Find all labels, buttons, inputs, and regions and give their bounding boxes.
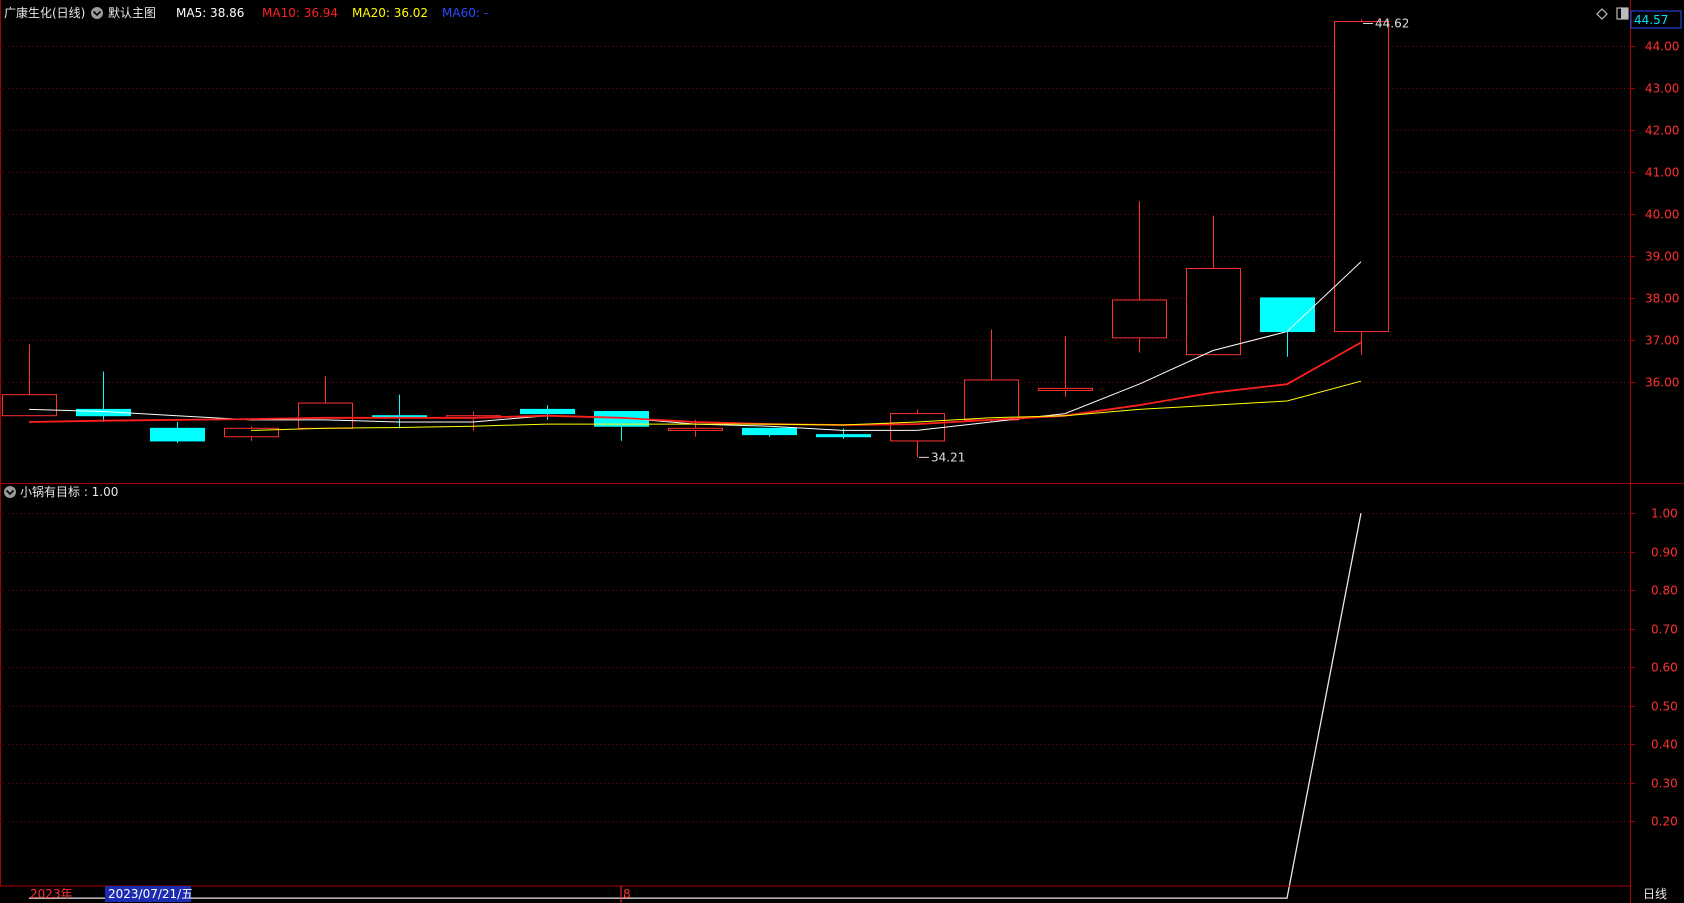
price-tick-label: 38.00 xyxy=(1645,292,1679,306)
candle-body[interactable] xyxy=(816,434,871,438)
ma60-label: MA60: - xyxy=(442,6,488,20)
indicator-tick-label: 0.90 xyxy=(1651,546,1678,560)
ma5-line xyxy=(28,261,1362,431)
candle[interactable] xyxy=(1038,335,1093,397)
candle-body[interactable] xyxy=(1186,267,1241,356)
candle[interactable] xyxy=(2,344,57,417)
main-chart-menu[interactable]: 默认主图 xyxy=(91,5,156,20)
chart-frames xyxy=(0,0,1684,903)
indicator-label[interactable]: 小锅有目标 : 1.00 xyxy=(20,484,118,499)
price-tick-label: 40.00 xyxy=(1645,208,1679,222)
candle-body[interactable] xyxy=(2,394,57,417)
candle[interactable] xyxy=(594,410,649,441)
candle-body[interactable] xyxy=(520,408,575,415)
indicator-axis: 1.00 0.90 0.80 0.70 0.60 0.50 0.40 0.30 0.20 xyxy=(1630,507,1678,829)
moving-average-lines xyxy=(28,261,1362,431)
candle[interactable] xyxy=(1186,215,1241,356)
time-axis: 2023年 2023/07/21/五 8 日线 xyxy=(0,885,1684,903)
ma5-label: MA5: 38.86 xyxy=(176,6,244,20)
candle[interactable] xyxy=(224,426,279,441)
indicator-tick-label: 1.00 xyxy=(1651,507,1678,521)
diamond-icon[interactable] xyxy=(1596,8,1608,20)
year-label: 2023年 xyxy=(30,887,73,901)
ma10-line xyxy=(28,341,1362,426)
candle-body[interactable] xyxy=(964,379,1019,421)
candle-body[interactable] xyxy=(150,427,205,442)
current-price-tag: 44.57 xyxy=(1630,10,1682,29)
candle[interactable] xyxy=(372,394,427,429)
candle-body[interactable] xyxy=(1334,21,1389,333)
price-tick-label: 41.00 xyxy=(1645,166,1679,180)
selected-date[interactable]: 2023/07/21/五 xyxy=(108,887,193,901)
indicator-tick-label: 0.40 xyxy=(1651,738,1678,752)
indicator-tick-label: 0.60 xyxy=(1651,661,1678,675)
price-tick-label: 36.00 xyxy=(1645,376,1679,390)
price-tick-label: 37.00 xyxy=(1645,334,1679,348)
candle[interactable] xyxy=(446,411,501,431)
indicator-grid xyxy=(0,513,1630,822)
indicator-tick-label: 0.30 xyxy=(1651,777,1678,791)
low-value: 34.21 xyxy=(931,450,965,464)
candle-body[interactable] xyxy=(1038,387,1093,391)
candle-body[interactable] xyxy=(668,427,723,431)
candle[interactable] xyxy=(742,427,797,437)
main-chart-label[interactable]: 默认主图 xyxy=(108,5,156,20)
window-restore-fill xyxy=(1621,8,1628,19)
period-label[interactable]: 日线 xyxy=(1643,887,1667,901)
low-annotation: 34.21 xyxy=(919,450,965,464)
price-tick-label: 43.00 xyxy=(1645,82,1679,96)
candle[interactable] xyxy=(964,329,1019,423)
ma10-label: MA10: 36.94 xyxy=(262,6,338,20)
candle-body[interactable] xyxy=(298,402,353,429)
price-tick-label: 39.00 xyxy=(1645,250,1679,264)
high-value: 44.62 xyxy=(1375,16,1409,30)
indicator-dropdown-icon[interactable] xyxy=(4,486,16,498)
candle-body[interactable] xyxy=(742,427,797,436)
candle[interactable] xyxy=(76,371,131,423)
price-tick-label: 42.00 xyxy=(1645,124,1679,138)
indicator-header: 小锅有目标 : 1.00 xyxy=(4,484,118,499)
indicator-tick-label: 0.80 xyxy=(1651,584,1678,598)
candle[interactable] xyxy=(150,422,205,444)
ma20-label: MA20: 36.02 xyxy=(352,6,428,20)
indicator-tick-label: 0.50 xyxy=(1651,700,1678,714)
indicator-tick-label: 0.70 xyxy=(1651,623,1678,637)
stock-title[interactable]: 广康生化(日线) xyxy=(4,5,85,20)
price-axis: 44.00 43.00 42.00 41.00 40.00 39.00 38.00 37.00… xyxy=(1630,40,1679,390)
candle[interactable] xyxy=(816,428,871,439)
chart-stage: 44.00 43.00 42.00 41.00 40.00 39.00 38.00 37.00… xyxy=(0,0,1684,903)
candle-body[interactable] xyxy=(1260,297,1315,333)
candle[interactable] xyxy=(1334,19,1389,355)
month-label: 8 xyxy=(623,887,631,901)
dropdown-icon[interactable] xyxy=(91,7,103,19)
indicator-tick-label: 0.20 xyxy=(1651,815,1678,829)
current-price-value: 44.57 xyxy=(1634,13,1668,27)
candle[interactable] xyxy=(1260,297,1315,357)
candle[interactable] xyxy=(1112,201,1167,353)
price-tick-label: 44.00 xyxy=(1645,40,1679,54)
ma20-line xyxy=(250,380,1362,431)
candlesticks[interactable] xyxy=(2,19,1389,458)
candle-body[interactable] xyxy=(890,413,945,442)
indicator-line xyxy=(29,512,1362,899)
candle-body[interactable] xyxy=(1112,299,1167,339)
